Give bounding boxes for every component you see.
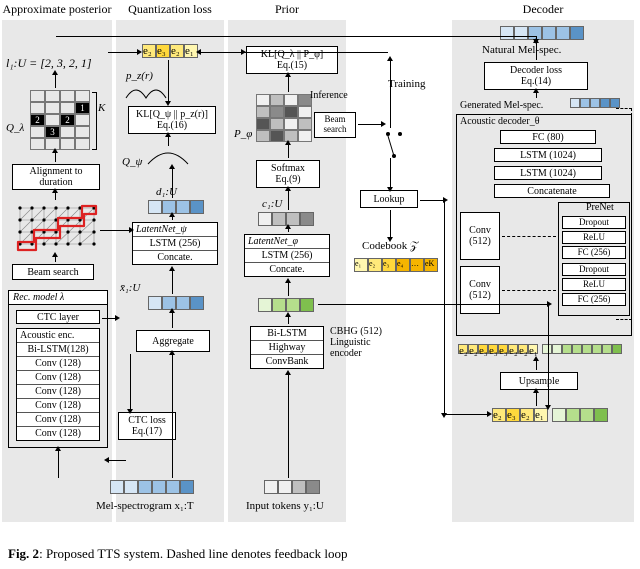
conv512-2: Conv (512) xyxy=(460,266,500,314)
upsample-box: Upsample xyxy=(500,372,578,390)
qlambda-grid: 1 22 3 xyxy=(30,90,90,150)
kl1-eq: Eq.(16) xyxy=(157,120,187,131)
inference-label: Inference xyxy=(310,90,348,101)
latentnet-psi: LatentNet_ψ LSTM (256) Concate. xyxy=(132,222,218,265)
alignment-to-duration-box: Alignment to duration xyxy=(12,164,100,190)
lstm256-phi: LSTM (256) xyxy=(245,249,329,263)
lstm256-psi: LSTM (256) xyxy=(133,237,217,251)
d-label: d₁:U xyxy=(156,186,177,198)
pz-label: p_z(r) xyxy=(126,70,153,82)
qlambda-label: Q_λ xyxy=(6,122,24,134)
natural-mel-seq xyxy=(500,26,584,40)
codebook-seq: e₁e₂e₃e₄…eK xyxy=(354,258,438,272)
e-cell: e₂ xyxy=(142,44,156,58)
long-e-row: e₂e₂e₃e₃e₃e₂e₂e₁ xyxy=(458,344,538,354)
conv512-1: Conv (512) xyxy=(460,212,500,260)
xbar-label: x̄₁:U xyxy=(120,282,140,294)
highway: Highway xyxy=(251,341,323,355)
bilstm-cbhg: Bi-LSTM xyxy=(251,327,323,341)
qpsi-label: Q_ψ xyxy=(122,156,142,168)
header-decoder: Decoder xyxy=(452,2,634,17)
token-input-seq xyxy=(264,480,320,494)
header-quant: Quantization loss xyxy=(116,2,224,17)
kl-qlambda-pphi-box: KL[Q_λ || P_φ]Eq.(15) xyxy=(246,46,338,74)
mel-input-seq xyxy=(110,480,194,494)
brace-k xyxy=(92,92,97,150)
kl1-top: KL[Q_ψ || p_z(r)] xyxy=(136,109,208,120)
generated-mel-label: Generated Mel-spec. xyxy=(460,100,543,111)
long-green-row xyxy=(542,344,622,354)
tokens-label: Input tokens y₁:U xyxy=(246,500,324,512)
concatenate: Concatenate xyxy=(494,184,610,198)
cbhg-label: CBHG (512) Linguistic encoder xyxy=(330,326,390,359)
pphi-label: P_φ xyxy=(234,128,252,140)
d-seq xyxy=(148,200,204,214)
lstm1024-1: LSTM (1024) xyxy=(494,148,602,162)
acdec-title: Acoustic decoder_θ xyxy=(460,116,539,127)
training-label: Training xyxy=(388,78,426,90)
switch-icon xyxy=(384,130,404,150)
concat-psi: Concate. xyxy=(133,251,217,264)
feedback-loop-dashed xyxy=(616,108,632,320)
header-prior: Prior xyxy=(228,2,346,17)
xbar-seq xyxy=(148,296,204,310)
kl-qpsi-pz-box: KL[Q_ψ || p_z(r)] Eq.(16) xyxy=(128,106,216,134)
beam-search-box: Beam search xyxy=(12,264,94,280)
lstm1024-2: LSTM (1024) xyxy=(494,166,602,180)
concat-phi: Concate. xyxy=(245,263,329,276)
latentpsi-title: LatentNet_ψ xyxy=(133,223,217,237)
green-seq-prior xyxy=(258,298,314,312)
aggregate-box: Aggregate xyxy=(136,330,210,352)
convbank: ConvBank xyxy=(251,355,323,368)
header-approx: Approximate posterior xyxy=(2,2,112,17)
tts-diagram: Approximate posterior Quantization loss … xyxy=(0,0,640,540)
K-label: K xyxy=(98,102,105,114)
decoder-loss-box: Decoder lossEq.(14) xyxy=(484,62,588,90)
recmodel-outline xyxy=(8,290,108,448)
qpsi-curve xyxy=(146,148,190,166)
lookup-box: Lookup xyxy=(360,190,418,208)
prenet-title: PreNet xyxy=(586,202,614,213)
latentphi-title: LatentNet_φ xyxy=(245,235,329,249)
ctc-loss-box: CTC lossEq.(17) xyxy=(118,412,176,440)
beam-search-prior: Beam search xyxy=(314,112,356,138)
generated-mel-seq xyxy=(570,98,620,108)
dashed-conv-prenet-1 xyxy=(502,236,556,237)
pphi-grid xyxy=(256,94,312,142)
mel-input-label: Mel-spectrogram x₁:T xyxy=(96,500,194,512)
softmax-box: SoftmaxEq.(9) xyxy=(256,160,320,188)
pz-curve xyxy=(124,82,168,100)
short-green-row xyxy=(552,408,608,422)
alignment-lattice xyxy=(16,202,98,254)
short-e-row: e₂e₃e₂e₁ xyxy=(492,408,548,422)
natural-mel-label: Natural Mel-spec. xyxy=(482,44,561,56)
fc80: FC (80) xyxy=(500,130,596,144)
latentnet-phi: LatentNet_φ LSTM (256) Concate. xyxy=(244,234,330,277)
codebook-seq-top: e₂e₃e₂e₁ xyxy=(142,44,198,58)
l-vector: l₁:U = [2, 3, 2, 1] xyxy=(6,56,92,71)
c-label: c₁:U xyxy=(262,198,282,210)
dashed-conv-prenet-2 xyxy=(502,290,556,291)
cbhg-stack: Bi-LSTM Highway ConvBank xyxy=(250,326,324,369)
figure-caption: Fig. 2: Fig. 2: Proposed TTS system. Das… xyxy=(8,546,632,562)
